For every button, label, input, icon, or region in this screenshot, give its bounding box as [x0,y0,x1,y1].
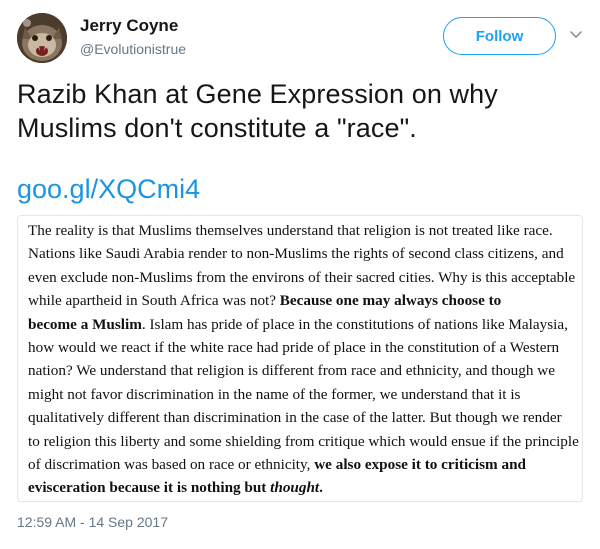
quote-line: to religion this liberty and some shield… [28,430,579,453]
quote-segment: to religion this liberty and some shield… [28,432,579,450]
quote-segment: of discrimation was based on race or eth… [28,456,315,474]
quote-segment: The reality is that Muslims themselves u… [28,222,553,239]
tweet-link[interactable]: goo.gl/XQCmi4 [17,172,200,206]
quote-line: might not favor discrimination in the na… [28,383,572,406]
quote-segment: how would we react if the white race had… [28,339,560,357]
quote-line: how would we react if the white race had… [28,336,572,359]
quote-line: even exclude non-Muslims from the enviro… [28,266,576,289]
quote-segment: evisceration because it is nothing but [28,479,271,497]
quote-segment: qualitatively different than discriminat… [28,409,562,427]
quote-line: The reality is that Muslims themselves u… [28,219,572,242]
quote-segment: nation? We understand that religion is d… [28,362,555,380]
tweet-timestamp[interactable]: 12:59 AM - 14 Sep 2017 [17,513,168,531]
quote-segment: we also expose it to criticism and [314,456,526,474]
quote-segment: thought [270,479,320,497]
avatar-cat-image [17,13,67,63]
quote-segment: even exclude non-Muslims from the enviro… [28,268,576,286]
quote-segment: while apartheid in South Africa was not? [28,292,280,310]
quote-segment: Nations like Saudi Arabia render to non-… [28,245,564,263]
avatar[interactable] [17,13,67,63]
quote-segment: Because one may always choose to [279,292,502,310]
quote-line: while apartheid in South Africa was not?… [28,289,572,312]
quote-segment: . Islam has pride of place in the consti… [141,315,568,333]
author-handle[interactable]: @Evolutionistrue [80,39,186,59]
author-display-name[interactable]: Jerry Coyne [80,16,186,36]
chevron-down-icon[interactable] [569,30,583,40]
quote-line: of discrimation was based on race or eth… [28,453,572,476]
quote-line: evisceration because it is nothing but t… [28,476,572,499]
tweet-card: Jerry Coyne @Evolutionistrue Follow Razi… [0,0,600,549]
quote-segment: . [319,479,323,497]
quote-segment: become a Muslim [28,315,142,333]
quote-line: qualitatively different than discriminat… [28,406,572,429]
follow-button[interactable]: Follow [443,17,556,55]
quote-line: Nations like Saudi Arabia render to non-… [28,242,572,265]
quoted-text-image[interactable]: The reality is that Muslims themselves u… [17,215,583,502]
quote-line: become a Muslim. Islam has pride of plac… [28,313,572,336]
tweet-text: Razib Khan at Gene Expression on why Mus… [17,79,498,143]
author-info: Jerry Coyne @Evolutionistrue [80,16,186,59]
quote-line: nation? We understand that religion is d… [28,359,572,382]
quote-segment: might not favor discrimination in the na… [28,385,521,403]
